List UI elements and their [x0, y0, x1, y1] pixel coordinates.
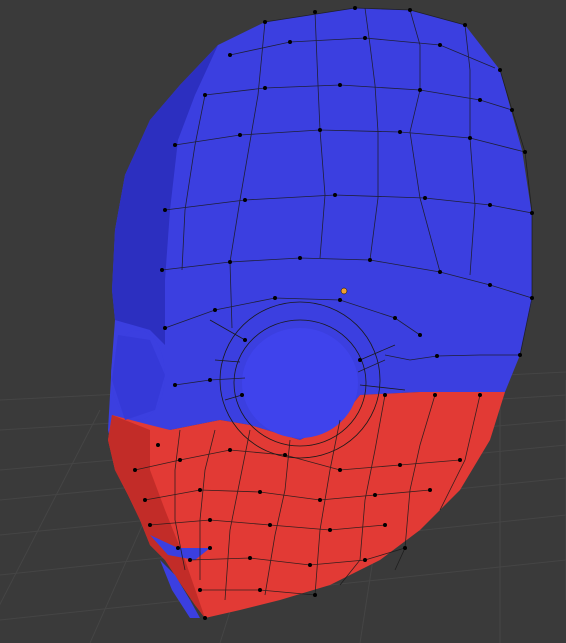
eye-socket-right	[242, 328, 358, 438]
object-origin-dot[interactable]	[340, 287, 348, 295]
3d-viewport[interactable]	[0, 0, 566, 643]
head-mesh[interactable]	[108, 6, 534, 620]
